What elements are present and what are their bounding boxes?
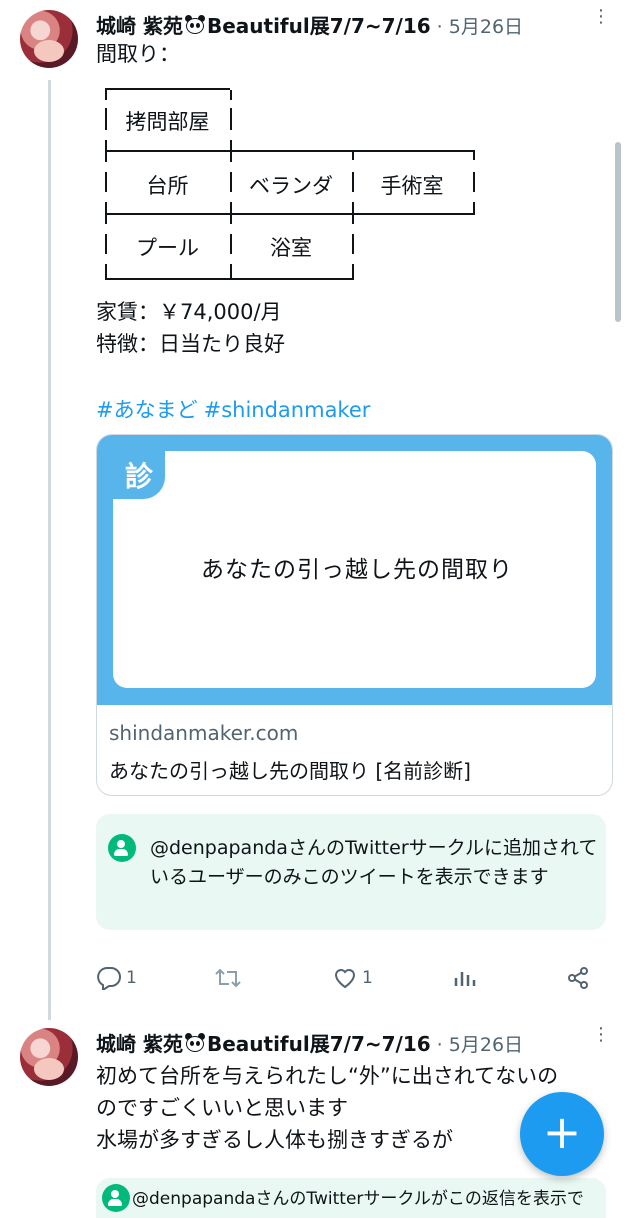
thread-connector-line: [48, 80, 51, 1020]
reply-button[interactable]: 1: [96, 966, 137, 990]
author-name[interactable]: 城崎 紫苑 Beautiful展7/7~7/16: [96, 10, 431, 39]
scrollbar[interactable]: [615, 142, 621, 322]
plan-line: [105, 90, 107, 100]
plan-line: [105, 278, 352, 280]
plan-line: [105, 140, 107, 162]
tweet-text-intro: 間取り：: [96, 42, 180, 66]
circle-notice: @denpapandaさんのTwitterサークルに追加されているユーザーのみこ…: [96, 814, 606, 930]
card-description: あなたの引っ越し先の間取り [名前診断]: [109, 759, 471, 783]
plan-line: [105, 172, 107, 192]
plan-line: [105, 234, 107, 254]
plan-line: [352, 234, 354, 254]
tweet-date[interactable]: · 5月26日: [437, 1030, 523, 1057]
plan-line: [105, 88, 230, 90]
floor-plan: 拷問部屋 台所 ベランダ 手術室 プール 浴室: [105, 88, 477, 284]
tweet-date[interactable]: · 5月26日: [437, 12, 523, 39]
panda-emoji-icon: [184, 15, 206, 35]
plan-line: [473, 202, 475, 215]
room-surgery: 手術室: [380, 174, 444, 198]
circle-notice: @denpapandaさんのTwitterサークルがこの返信を表示で: [96, 1178, 606, 1218]
compose-tweet-button[interactable]: +: [520, 1092, 604, 1176]
more-options-icon[interactable]: ⋮: [592, 1024, 611, 1045]
card-image: 診 あなたの引っ越し先の間取り: [97, 435, 612, 705]
plan-line: [230, 234, 232, 254]
plan-line: [105, 264, 107, 280]
heart-icon: [334, 969, 356, 989]
shindan-badge-icon: 診: [113, 451, 165, 499]
plan-line: [105, 213, 473, 215]
more-options-icon[interactable]: ⋮: [592, 6, 611, 27]
panda-emoji-icon: [184, 1033, 206, 1053]
room-torture: 拷問部屋: [125, 110, 210, 134]
plan-line: [352, 150, 354, 160]
retweet-icon: [215, 968, 241, 988]
circle-people-icon: [102, 1184, 130, 1212]
plan-line: [230, 90, 232, 100]
plan-line: [473, 172, 475, 192]
plan-line: [352, 264, 354, 280]
tweet-text-line: 初めて台所を与えられたし“外”に出されてないの: [96, 1064, 559, 1088]
analytics-icon: [454, 972, 476, 986]
plan-line: [105, 202, 107, 224]
plan-line: [473, 150, 475, 160]
plan-line: [105, 150, 473, 152]
plan-line: [230, 108, 232, 130]
tweet-header: 城崎 紫苑 Beautiful展7/7~7/16 · 5月26日: [96, 10, 523, 39]
hashtag-link[interactable]: #あなまど: [96, 398, 198, 422]
hashtag-link[interactable]: #shindanmaker: [204, 398, 371, 422]
author-name[interactable]: 城崎 紫苑 Beautiful展7/7~7/16: [96, 1028, 431, 1057]
plan-line: [105, 108, 107, 130]
plan-line: [230, 140, 232, 162]
card-image-title: あなたの引っ越し先の間取り: [201, 557, 513, 583]
room-bathroom: 浴室: [270, 236, 312, 260]
hashtags: #あなまど #shindanmaker: [96, 394, 376, 424]
circle-notice-text: @denpapandaさんのTwitterサークルに追加されているユーザーのみこ…: [150, 837, 598, 888]
room-veranda: ベランダ: [249, 174, 333, 198]
avatar[interactable]: [20, 10, 78, 68]
circle-notice-text: @denpapandaさんのTwitterサークルがこの返信を表示で: [132, 1189, 584, 1209]
share-button[interactable]: [566, 966, 590, 990]
plan-line: [352, 172, 354, 192]
card-image-panel: 診 あなたの引っ越し先の間取り: [113, 451, 596, 688]
reply-count: 1: [126, 968, 137, 988]
link-card[interactable]: 診 あなたの引っ越し先の間取り shindanmaker.com あなたの引っ越…: [96, 434, 613, 796]
analytics-button[interactable]: [452, 966, 476, 990]
tweet-text-line: のですごくいいと思います: [96, 1096, 348, 1120]
plan-line: [230, 264, 232, 280]
tweet-text-feature: 特徴：日当たり良好: [96, 332, 285, 356]
card-domain: shindanmaker.com: [109, 721, 299, 745]
room-kitchen: 台所: [146, 174, 189, 198]
tweet-text-rent: 家賃：￥74,000/月: [96, 300, 282, 324]
reply-icon: [97, 967, 121, 990]
tweet-actions: 1 1: [96, 966, 606, 996]
circle-people-icon: [108, 834, 136, 862]
like-count: 1: [362, 968, 373, 988]
retweet-button[interactable]: [214, 966, 246, 990]
avatar[interactable]: [20, 1028, 78, 1086]
plan-line: [230, 202, 232, 224]
plan-line: [352, 202, 354, 224]
like-button[interactable]: 1: [332, 966, 373, 990]
room-pool: プール: [136, 236, 199, 260]
tweet-text-line: 水場が多すぎるし人体も捌きすぎるが: [96, 1128, 453, 1152]
plan-line: [230, 172, 232, 192]
tweet-header: 城崎 紫苑 Beautiful展7/7~7/16 · 5月26日: [96, 1028, 523, 1057]
share-icon: [568, 967, 588, 989]
